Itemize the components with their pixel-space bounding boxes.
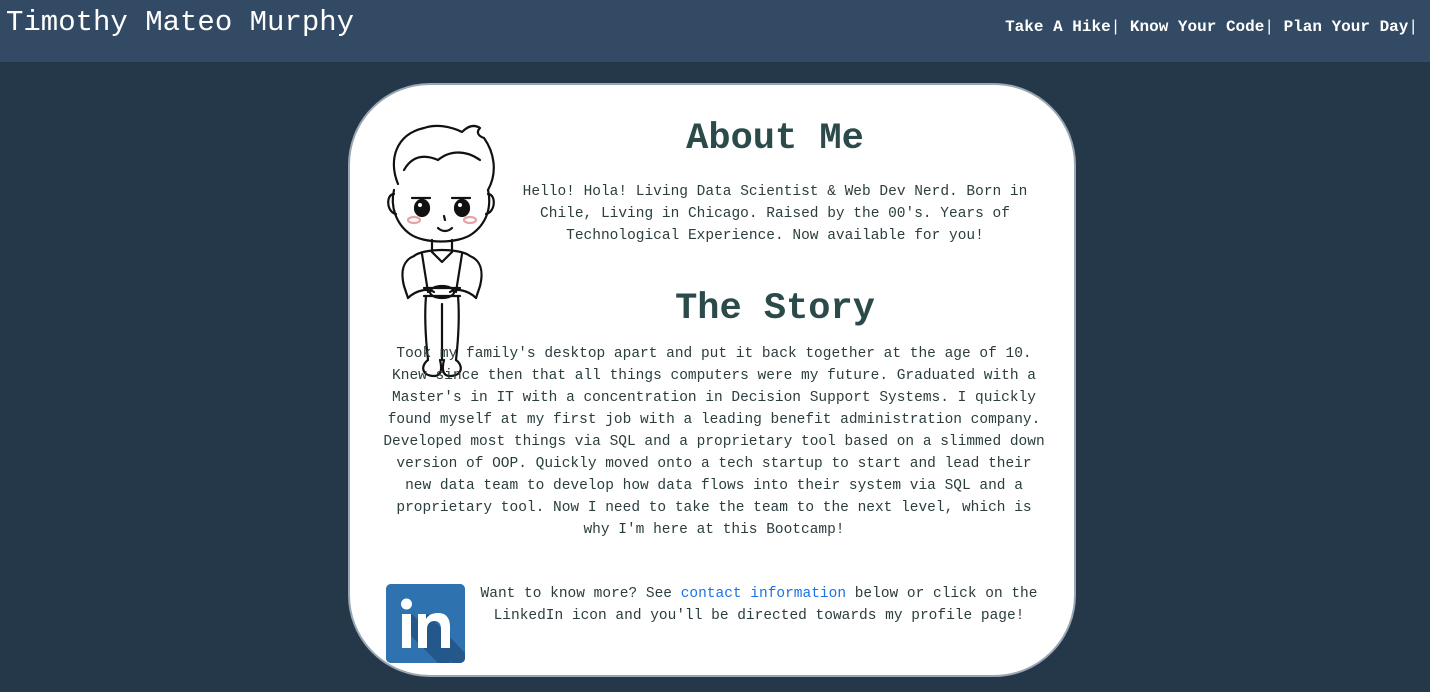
contact-text-before: Want to know more? See (480, 586, 681, 602)
nav-separator: | (1408, 18, 1418, 36)
linkedin-icon[interactable] (386, 584, 465, 663)
navbar: Timothy Mateo Murphy Take A Hike| Know Y… (0, 0, 1430, 62)
nav-know-your-code[interactable]: Know Your Code (1130, 18, 1264, 36)
site-title[interactable]: Timothy Mateo Murphy (6, 6, 354, 39)
story-paragraph: Took my family's desktop apart and put i… (383, 346, 1045, 538)
about-paragraph: Hello! Hola! Living Data Scientist & Web… (522, 184, 1028, 244)
story-heading: The Story (675, 288, 875, 330)
nav-separator: | (1264, 18, 1274, 36)
contact-information-link[interactable]: contact information (681, 586, 846, 602)
nav-take-a-hike[interactable]: Take A Hike (1005, 18, 1111, 36)
contact-paragraph: Want to know more? See contact informati… (474, 583, 1044, 627)
nav-links: Take A Hike| Know Your Code| Plan Your D… (1005, 18, 1418, 36)
nav-separator: | (1110, 18, 1121, 36)
nav-plan-your-day[interactable]: Plan Your Day (1284, 18, 1409, 36)
about-heading: About Me (686, 118, 864, 160)
